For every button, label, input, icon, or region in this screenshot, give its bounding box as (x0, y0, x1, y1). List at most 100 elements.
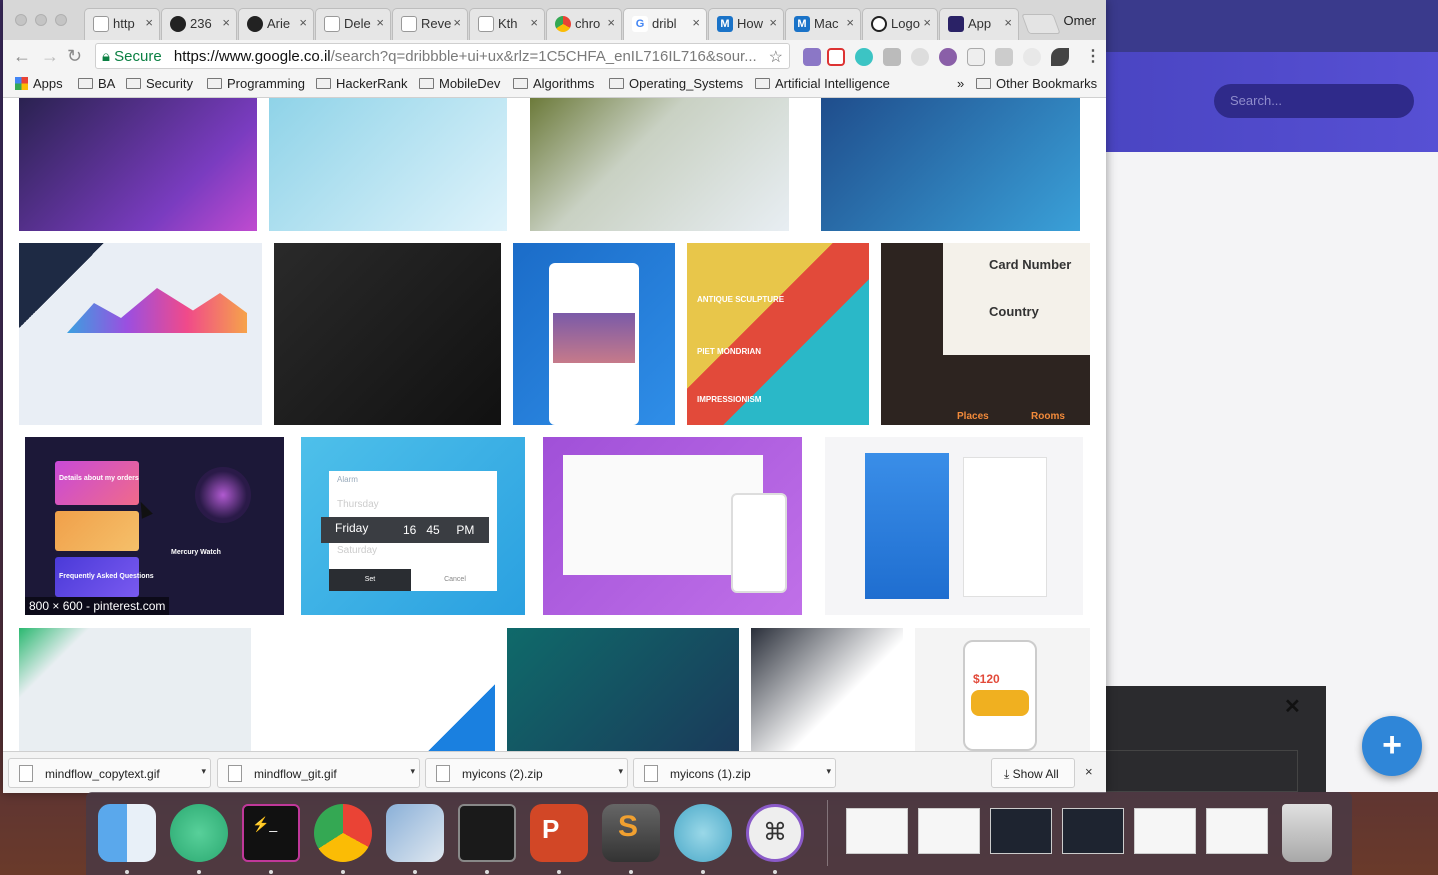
tab-how[interactable]: M How × (708, 8, 784, 40)
minimize-window-icon[interactable] (35, 14, 47, 26)
bookmark-security[interactable]: Security (126, 76, 193, 91)
image-result[interactable]: Alarm Thursday Friday 16 45 PM Saturday … (301, 437, 525, 615)
tab-close-icon[interactable]: × (145, 15, 153, 30)
bookmark-algorithms[interactable]: Algorithms (513, 76, 594, 91)
address-bar[interactable]: 🔒︎ Secure https://www.google.co.il/searc… (95, 43, 790, 69)
extension-icon[interactable] (1023, 48, 1041, 66)
minimized-window[interactable] (990, 808, 1052, 854)
new-tab-button[interactable] (1021, 14, 1061, 34)
bookmarks-overflow-button[interactable]: » (957, 76, 964, 91)
image-result[interactable] (751, 628, 903, 751)
bg-app-search-input[interactable]: Search... (1214, 84, 1414, 118)
tab-close-icon[interactable]: × (923, 15, 931, 30)
extension-icon[interactable] (803, 48, 821, 66)
show-all-button[interactable]: ⤓ Show All (991, 758, 1075, 788)
chevron-down-icon[interactable]: ▾ (618, 766, 623, 777)
tab-chro[interactable]: chro × (546, 8, 622, 40)
back-icon[interactable]: ← (13, 46, 31, 67)
extension-icon[interactable] (911, 48, 929, 66)
extension-icon[interactable] (967, 48, 985, 66)
tab-close-icon[interactable]: × (769, 15, 777, 30)
bookmark-star-icon[interactable]: ☆ (769, 47, 783, 67)
atom-icon[interactable] (170, 804, 228, 862)
image-result[interactable] (269, 98, 507, 231)
extension-icon[interactable] (995, 48, 1013, 66)
tab-close-icon[interactable]: × (530, 15, 538, 30)
tab-logo[interactable]: Logo × (862, 8, 938, 40)
extension-icon[interactable] (883, 48, 901, 66)
minimized-window[interactable] (846, 808, 908, 854)
chevron-down-icon[interactable]: ▾ (826, 766, 831, 777)
extension-icon[interactable] (1051, 48, 1069, 66)
bookmark-mobiledev[interactable]: MobileDev (419, 76, 500, 91)
tab-close-icon[interactable]: × (607, 15, 615, 30)
image-result[interactable] (19, 98, 257, 231)
extension-icon[interactable] (827, 48, 845, 66)
profile-name[interactable]: Omer (1064, 13, 1097, 28)
finder-icon[interactable] (98, 804, 156, 862)
bg-app-panel-field[interactable] (1104, 750, 1298, 792)
chevron-down-icon[interactable]: ▾ (201, 766, 206, 777)
image-result[interactable] (19, 243, 262, 425)
tab-close-icon[interactable]: × (222, 15, 230, 30)
bookmark-operating-systems[interactable]: Operating_Systems (609, 76, 743, 91)
preview-icon[interactable] (386, 804, 444, 862)
download-item[interactable]: myicons (2).zip ▾ (425, 758, 628, 788)
electron-icon[interactable] (674, 804, 732, 862)
image-result[interactable] (513, 243, 675, 425)
image-result[interactable] (821, 98, 1080, 231)
image-result[interactable]: Card Number Country Places Rooms (881, 243, 1090, 425)
powerpoint-icon[interactable]: P (530, 804, 588, 862)
add-fab-button[interactable]: + (1362, 716, 1422, 776)
bookmark-ba[interactable]: BA (78, 76, 115, 91)
extension-icon[interactable] (939, 48, 957, 66)
image-result[interactable] (530, 98, 789, 231)
bookmark-hackerrank[interactable]: HackerRank (316, 76, 408, 91)
bookmark-artificial-intelligence[interactable]: Artificial Intelligence (755, 76, 890, 91)
bookmark-apps[interactable]: Apps (15, 76, 63, 91)
image-result[interactable] (283, 628, 495, 751)
tab-mac[interactable]: M Mac × (785, 8, 861, 40)
tab-236[interactable]: 236 × (161, 8, 237, 40)
bookmark-other[interactable]: Other Bookmarks (976, 76, 1097, 91)
chevron-down-icon[interactable]: ▾ (410, 766, 415, 777)
trash-icon[interactable] (1282, 804, 1332, 862)
minimized-window[interactable] (1206, 808, 1268, 854)
activity-monitor-icon[interactable] (458, 804, 516, 862)
zoom-window-icon[interactable] (55, 14, 67, 26)
tab-close-icon[interactable]: × (846, 15, 854, 30)
tab-app[interactable]: App × (939, 8, 1019, 40)
download-item[interactable]: mindflow_git.gif ▾ (217, 758, 420, 788)
tab-close-icon[interactable]: × (376, 15, 384, 30)
keyboard-icon[interactable]: ⌘ (746, 804, 804, 862)
close-icon[interactable]: ✕ (1284, 694, 1301, 719)
menu-icon[interactable]: ⋮ (1085, 46, 1101, 66)
tab-http[interactable]: http × (84, 8, 160, 40)
tab-close-icon[interactable]: × (299, 15, 307, 30)
minimized-window[interactable] (1134, 808, 1196, 854)
tab-kth[interactable]: Kth × (469, 8, 545, 40)
image-result[interactable] (543, 437, 802, 615)
tab-reve[interactable]: Reve × (392, 8, 468, 40)
close-downloads-icon[interactable]: × (1085, 764, 1093, 779)
image-result[interactable] (19, 628, 251, 751)
chrome-icon[interactable] (314, 804, 372, 862)
download-item[interactable]: myicons (1).zip ▾ (633, 758, 836, 788)
minimized-window[interactable] (1062, 808, 1124, 854)
download-item[interactable]: mindflow_copytext.gif ▾ (8, 758, 211, 788)
terminal-icon[interactable]: ⚡_ (242, 804, 300, 862)
sublime-icon[interactable]: S (602, 804, 660, 862)
minimized-window[interactable] (918, 808, 980, 854)
tab-close-icon[interactable]: × (692, 15, 700, 30)
tab-arie[interactable]: Arie × (238, 8, 314, 40)
reload-icon[interactable]: ↻ (67, 46, 82, 67)
image-result[interactable]: ANTIQUE SCULPTURE PIET MONDRIAN IMPRESSI… (687, 243, 869, 425)
image-result[interactable] (507, 628, 739, 751)
image-result[interactable]: Details about my orders Frequently Asked… (25, 437, 284, 615)
bookmark-programming[interactable]: Programming (207, 76, 305, 91)
image-result[interactable] (825, 437, 1083, 615)
tab-close-icon[interactable]: × (1004, 15, 1012, 30)
close-window-icon[interactable] (15, 14, 27, 26)
tab-dele[interactable]: Dele × (315, 8, 391, 40)
tab-close-icon[interactable]: × (453, 15, 461, 30)
